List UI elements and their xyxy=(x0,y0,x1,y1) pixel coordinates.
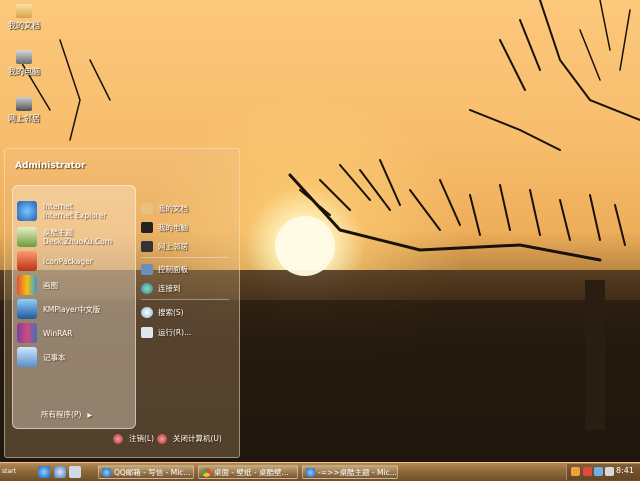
program-internet-explorer[interactable]: Internet Internet Explorer xyxy=(17,200,106,222)
iconpackager-icon xyxy=(17,251,37,271)
program-notepad[interactable]: 记事本 xyxy=(17,346,66,368)
clock: 8:41 xyxy=(616,466,634,475)
power-icon xyxy=(157,433,167,444)
menu-divider xyxy=(141,257,229,258)
my-documents-icon xyxy=(16,4,32,18)
right-link-run[interactable]: 运行(R)... xyxy=(141,325,191,339)
logoff-button[interactable]: 注销(L) xyxy=(113,433,154,444)
qq-penguin-icon[interactable] xyxy=(571,467,580,476)
desktop-icon-network[interactable]: 网上邻居 xyxy=(4,97,44,124)
network-icon xyxy=(16,97,32,111)
task-zhuoku-theme[interactable]: -=>>桌酷主题 - Mic... xyxy=(302,465,398,479)
right-link-search[interactable]: 搜索(S) xyxy=(141,305,184,319)
program-zhuoku[interactable]: 桌酷主题 Desk.ZhuoKu.Com xyxy=(17,226,112,248)
shutdown-button[interactable]: 关闭计算机(U) xyxy=(157,433,222,444)
chrome-icon xyxy=(202,467,211,477)
arrow-right-icon: ▶ xyxy=(87,412,92,419)
desktop: 我的文档 我的电脑 网上邻居 Administrator Internet In… xyxy=(0,0,640,462)
internet-explorer-icon xyxy=(17,201,37,221)
start-button[interactable]: start xyxy=(2,465,30,479)
right-link-my-documents[interactable]: 我的文档 xyxy=(141,201,188,215)
quicklaunch-browser-icon[interactable] xyxy=(54,466,66,478)
winrar-icon xyxy=(17,323,37,343)
tray-app-icon[interactable] xyxy=(583,467,592,476)
start-menu: Administrator Internet Internet Explorer… xyxy=(4,148,240,458)
connect-to-icon xyxy=(141,282,153,294)
paint-icon xyxy=(17,275,37,295)
right-link-connect-to[interactable]: 连接到 xyxy=(141,281,181,295)
right-link-network-places[interactable]: 网上邻居 xyxy=(141,239,188,253)
program-kmplayer[interactable]: KMPlayer中文版 xyxy=(17,298,100,320)
taskbar: start QQ邮箱 - 写信 - Mic... 桌面 - 壁纸 - 桌酷壁..… xyxy=(0,462,640,481)
ie-icon xyxy=(102,467,111,477)
quicklaunch-desktop-icon[interactable] xyxy=(69,466,81,478)
program-iconpackager[interactable]: IconPackager xyxy=(17,250,93,272)
right-link-control-panel[interactable]: 控制面板 xyxy=(141,262,188,276)
logoff-icon xyxy=(113,433,123,444)
zhuoku-icon xyxy=(17,227,37,247)
search-icon xyxy=(141,306,153,318)
user-name: Administrator xyxy=(15,161,86,171)
program-paint[interactable]: 画图 xyxy=(17,274,58,296)
pinned-programs-panel: Internet Internet Explorer 桌酷主题 Desk.Zhu… xyxy=(12,185,136,429)
network-places-icon xyxy=(141,240,153,252)
all-programs-button[interactable]: 所有程序(P) ▶ xyxy=(41,409,92,420)
run-icon xyxy=(141,326,153,338)
quicklaunch-ie-icon[interactable] xyxy=(38,466,50,478)
notepad-icon xyxy=(17,347,37,367)
kmplayer-icon xyxy=(17,299,37,319)
ie-icon xyxy=(306,467,315,477)
program-winrar[interactable]: WinRAR xyxy=(17,322,72,344)
right-link-my-computer[interactable]: 我的电脑 xyxy=(141,220,188,234)
network-tray-icon[interactable] xyxy=(594,467,603,476)
documents-icon xyxy=(141,202,153,214)
computer-icon xyxy=(141,221,153,233)
my-computer-icon xyxy=(16,50,32,64)
volume-icon[interactable] xyxy=(605,467,614,476)
desktop-icon-my-computer[interactable]: 我的电脑 xyxy=(4,50,44,77)
desktop-icon-my-documents[interactable]: 我的文档 xyxy=(4,4,44,31)
control-panel-icon xyxy=(141,263,153,275)
task-wallpaper[interactable]: 桌面 - 壁纸 - 桌酷壁... xyxy=(198,465,298,479)
task-qq-mail[interactable]: QQ邮箱 - 写信 - Mic... xyxy=(98,465,194,479)
menu-divider xyxy=(141,299,229,300)
